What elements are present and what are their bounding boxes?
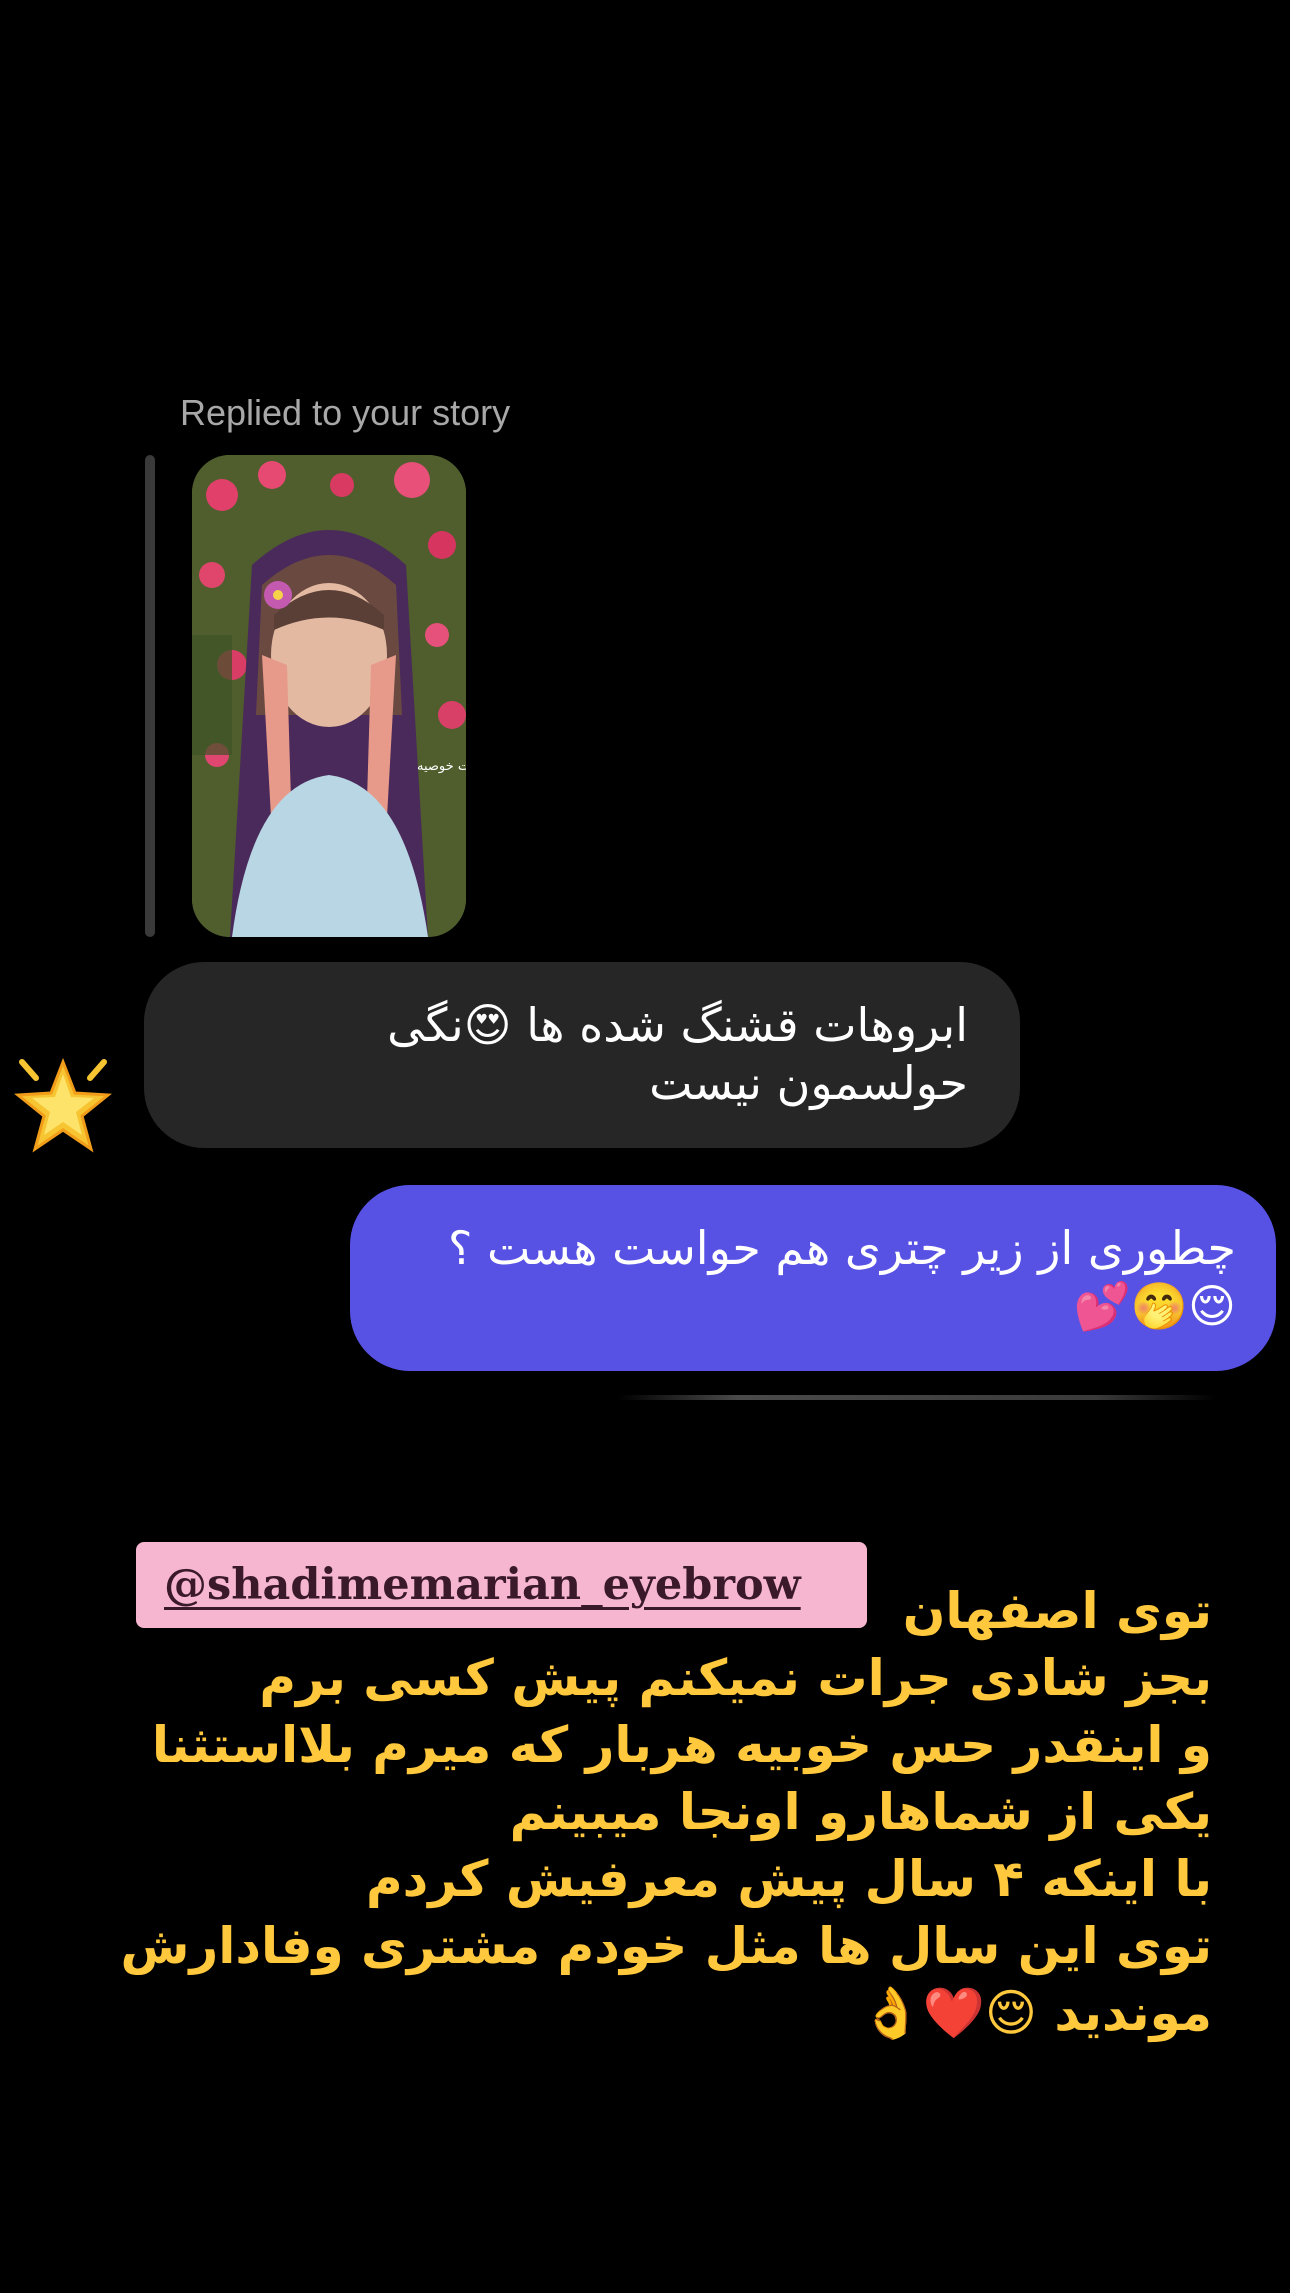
caption-line: موندید 😌❤️👌 (860, 1984, 1212, 2042)
caption-line: و اینقدر حس خوبیه هربار که میرم بلااستثن… (151, 1716, 1212, 1774)
story-thumbnail[interactable]: آی نیست خوصیه (192, 455, 466, 937)
glowing-star-icon (14, 1057, 112, 1153)
story-reply-bar (145, 455, 155, 937)
caption-line: توی اصفهان (902, 1582, 1212, 1640)
incoming-message-text: ابروهات قشنگ شده ها 😍نگی حولسمون نیست (387, 998, 968, 1110)
caption-line: با اینکه ۴ سال پیش معرفیش کردم (365, 1850, 1212, 1908)
caption-line: بجز شادی جرات نمیکنم پیش کسی برم (259, 1649, 1212, 1707)
incoming-message-bubble[interactable]: ابروهات قشنگ شده ها 😍نگی حولسمون نیست (144, 962, 1020, 1148)
story-overlay-text: آی نیست خوصیه (417, 757, 466, 774)
outgoing-message-bubble[interactable]: چطوری از زیر چتری هم حواست هست ؟ 😌🤭💕 (350, 1185, 1276, 1371)
outgoing-message-text: چطوری از زیر چتری هم حواست هست ؟ 😌🤭💕 (447, 1221, 1236, 1333)
caption-line: توی این سال ها مثل خودم مشتری وفادارش (120, 1917, 1212, 1975)
message-reaction[interactable] (4, 1048, 122, 1166)
caption-line: یکی از شماهارو اونجا میبینم (509, 1783, 1212, 1841)
story-caption: توی اصفهان بجز شادی جرات نمیکنم پیش کسی … (120, 1578, 1212, 2047)
divider-stroke (618, 1395, 1216, 1400)
story-photo: آی نیست خوصیه (192, 455, 466, 937)
story-reply-label: Replied to your story (180, 392, 511, 433)
